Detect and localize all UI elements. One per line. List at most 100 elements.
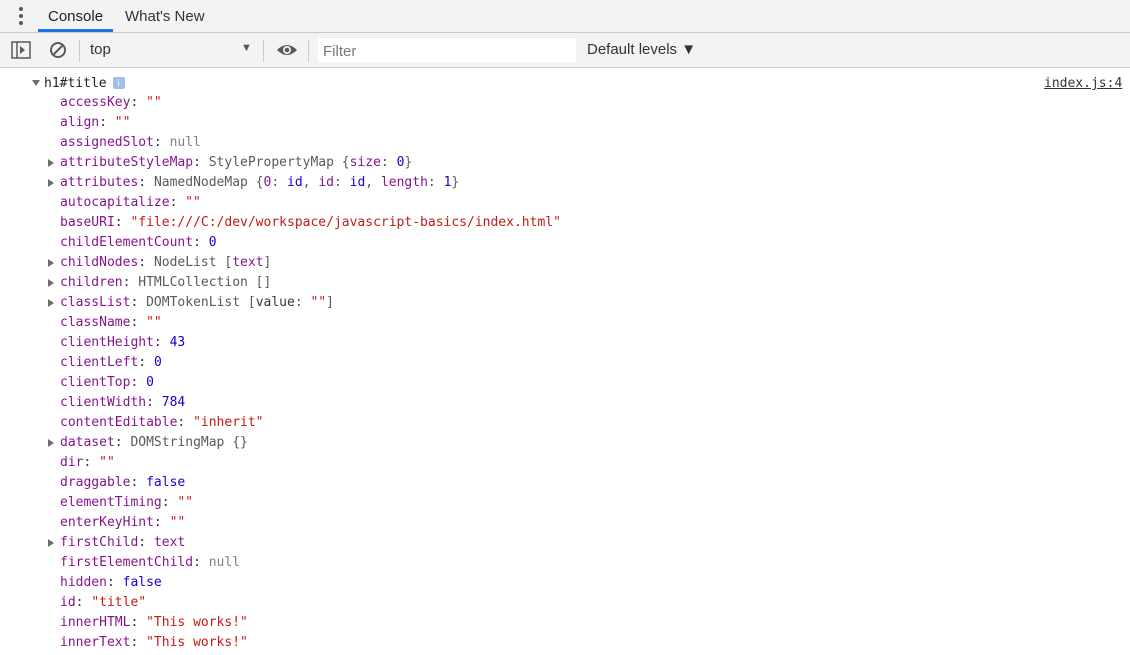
property-key: attributes [60,175,139,190]
console-output: h1#title i index.js:4 accessKey: "" align:… [0,68,1130,655]
property-value-part: false [122,575,162,590]
property-value-part: id [287,175,303,190]
property-key: dataset [60,435,115,450]
more-options-icon[interactable] [17,7,25,27]
property-separator: : [161,495,178,510]
property-content: baseURI: "file:///C:/dev/workspace/javas… [60,213,561,233]
live-expression-eye-icon[interactable] [276,43,298,57]
expand-arrow-icon[interactable] [48,439,54,447]
log-levels-dropdown[interactable]: Default levels ▼ [587,41,696,58]
property-value-part: 0 [146,375,154,390]
property-content: attributes: NamedNodeMap {0: id, id: id,… [60,173,459,193]
property-separator: : [130,635,147,650]
property-value-part: : [271,175,287,190]
expand-arrow-icon[interactable] [48,259,54,267]
property-value-part: "" [99,455,115,470]
property-separator: : [169,195,186,210]
property-value-part: : [380,155,397,170]
source-link[interactable]: index.js:4 [1044,75,1122,93]
property-content: align: "" [60,113,130,133]
filter-input[interactable] [318,38,576,62]
property-separator: : [193,235,209,250]
property-value-part: "" [177,495,194,510]
property-separator: : [114,215,131,230]
property-separator: : [138,255,154,270]
console-toolbar: top ▼ Default levels ▼ [0,33,1130,68]
property-key: clientWidth [60,395,147,410]
property-key: attributeStyleMap [60,155,194,170]
property-value-part: 0 [153,355,162,370]
context-selector[interactable]: top [90,41,111,58]
property-separator: : [130,95,147,110]
property-value-part: ] [326,295,334,310]
sidebar-toggle-icon[interactable] [11,41,31,59]
property-separator: : [114,435,131,450]
property-value-part: : [294,295,311,310]
property-content: childElementCount: 0 [60,233,217,253]
property-content: autocapitalize: "" [60,193,201,213]
property-key: baseURI [60,215,115,230]
property-value-part: } [451,175,460,190]
property-key: childNodes [60,255,139,270]
expand-arrow-icon[interactable] [48,539,54,547]
property-key: assignedSlot [60,135,154,150]
expand-arrow-icon[interactable] [48,279,54,287]
property-value-part: DOMStringMap {} [130,435,248,450]
property-separator: : [153,135,170,150]
property-separator: : [106,575,123,590]
property-separator: : [99,115,115,130]
property-content: hidden: false [60,573,162,593]
property-content: innerHTML: "This works!" [60,613,248,633]
property-separator: : [130,475,147,490]
property-content: attributeStyleMap: StylePropertyMap {siz… [60,153,412,173]
tab-console[interactable]: Console [38,0,114,32]
expand-arrow-icon[interactable] [32,80,40,86]
log-entry-header[interactable]: h1#title i [32,75,125,93]
property-value-part: NodeList [ [153,255,233,270]
property-content: id: "title" [60,593,146,613]
context-dropdown-arrow-icon[interactable]: ▼ [241,42,252,54]
property-content: elementTiming: "" [60,493,193,513]
property-value-part: "title" [91,595,147,610]
property-separator: : [138,175,154,190]
property-value-part: NamedNodeMap { [153,175,264,190]
property-value-part: HTMLCollection [] [138,275,272,290]
toolbar-divider [308,40,309,62]
property-value-part: text [153,535,186,550]
property-separator: : [177,415,194,430]
property-value-part: , [365,175,381,190]
property-value-part: id [349,175,366,190]
property-value-part: "" [169,515,186,530]
property-key: clientTop [60,375,131,390]
expand-arrow-icon[interactable] [48,179,54,187]
property-key: dir [60,455,84,470]
property-separator: : [153,335,170,350]
property-key: accessKey [60,95,131,110]
property-separator: : [193,155,209,170]
property-content: childNodes: NodeList [text] [60,253,271,273]
expand-arrow-icon[interactable] [48,159,54,167]
property-value-part: "" [310,295,327,310]
property-separator: : [138,535,154,550]
property-value-part: 0 [208,235,217,250]
property-value-part: : [333,175,350,190]
property-separator: : [193,555,209,570]
property-key: innerHTML [60,615,131,630]
expand-arrow-icon[interactable] [48,299,54,307]
property-separator: : [75,595,92,610]
info-icon[interactable]: i [112,77,125,89]
property-value-part: null [169,135,201,150]
property-separator: : [130,295,147,310]
property-content: clientLeft: 0 [60,353,162,373]
tab-whats-new[interactable]: What's New [115,0,215,32]
property-value-part: "" [114,115,131,130]
property-separator: : [83,455,100,470]
clear-console-icon[interactable] [49,41,67,59]
property-key: clientLeft [60,355,139,370]
property-key: hidden [60,575,107,590]
property-content: children: HTMLCollection [] [60,273,271,293]
property-content: dataset: DOMStringMap {} [60,433,248,453]
property-content: className: "" [60,313,162,333]
property-key: firstElementChild [60,555,194,570]
property-value-part: length [380,175,428,190]
